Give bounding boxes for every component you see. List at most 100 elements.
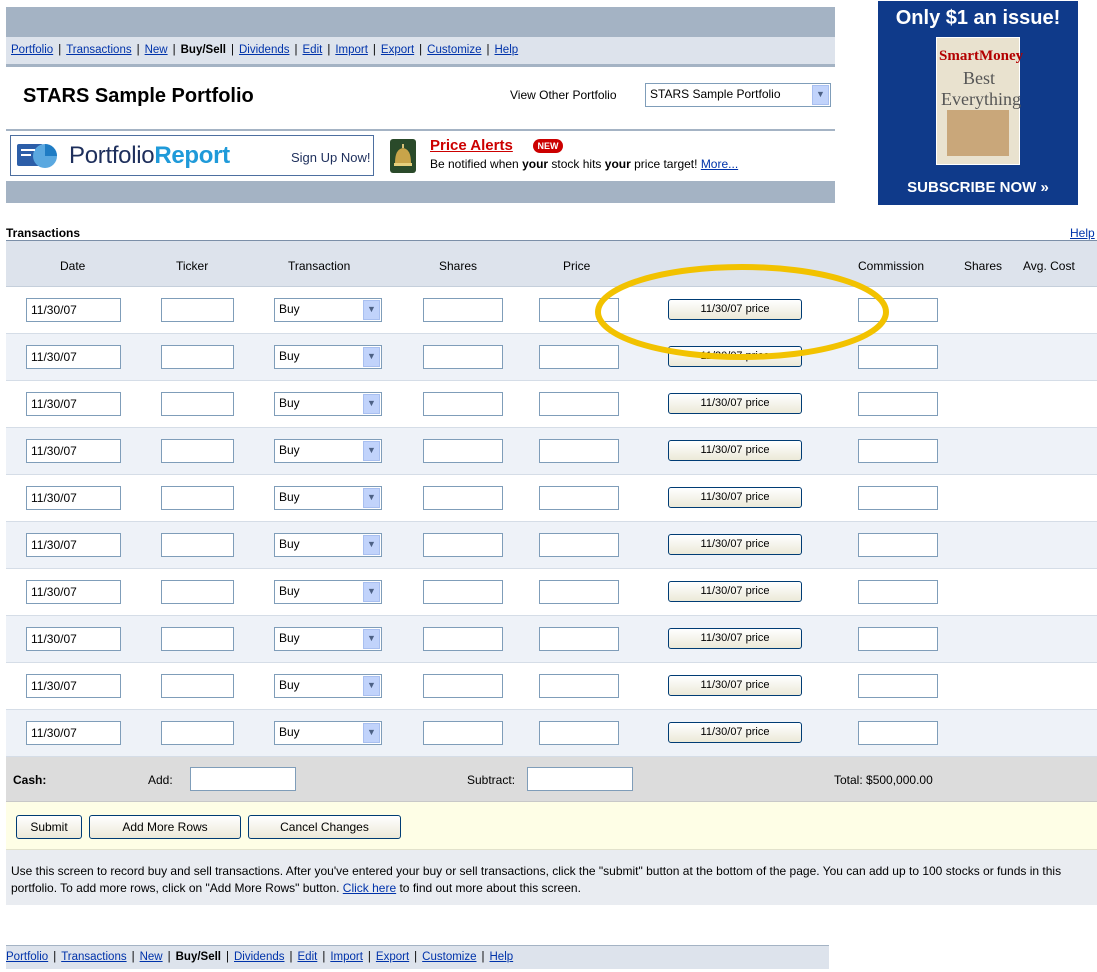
use-date-price-button[interactable]: 11/30/07 price xyxy=(668,628,802,649)
use-date-price-button[interactable]: 11/30/07 price xyxy=(668,581,802,602)
commission-input[interactable] xyxy=(858,721,938,745)
use-date-price-button[interactable]: 11/30/07 price xyxy=(668,440,802,461)
ticker-input[interactable] xyxy=(161,674,234,698)
ticker-input[interactable] xyxy=(161,439,234,463)
nav-edit[interactable]: Edit xyxy=(303,44,323,56)
ticker-input[interactable] xyxy=(161,345,234,369)
transaction-type-select[interactable]: Buy ▼ xyxy=(274,721,382,745)
transaction-type-select[interactable]: Buy ▼ xyxy=(274,345,382,369)
price-input[interactable] xyxy=(539,392,619,416)
cash-subtract-input[interactable] xyxy=(527,767,633,791)
shares-input[interactable] xyxy=(423,533,503,557)
nav-export[interactable]: Export xyxy=(381,44,414,56)
use-date-price-button[interactable]: 11/30/07 price xyxy=(668,487,802,508)
nav-transactions[interactable]: Transactions xyxy=(61,951,126,963)
nav-new[interactable]: New xyxy=(145,44,168,56)
nav-customize[interactable]: Customize xyxy=(427,44,481,56)
transaction-type-select[interactable]: Buy ▼ xyxy=(274,627,382,651)
more-link[interactable]: More... xyxy=(701,157,738,171)
commission-input[interactable] xyxy=(858,627,938,651)
commission-input[interactable] xyxy=(858,674,938,698)
commission-input[interactable] xyxy=(858,580,938,604)
date-input[interactable]: 11/30/07 xyxy=(26,392,121,416)
use-date-price-button[interactable]: 11/30/07 price xyxy=(668,675,802,696)
commission-input[interactable] xyxy=(858,345,938,369)
nav-portfolio[interactable]: Portfolio xyxy=(6,951,48,963)
chevron-down-icon[interactable]: ▼ xyxy=(363,347,380,367)
chevron-down-icon[interactable]: ▼ xyxy=(363,676,380,696)
commission-input[interactable] xyxy=(858,298,938,322)
shares-input[interactable] xyxy=(423,674,503,698)
nav-transactions[interactable]: Transactions xyxy=(66,44,131,56)
price-input[interactable] xyxy=(539,345,619,369)
nav-help[interactable]: Help xyxy=(495,44,519,56)
price-input[interactable] xyxy=(539,298,619,322)
use-date-price-button[interactable]: 11/30/07 price xyxy=(668,299,802,320)
price-input[interactable] xyxy=(539,486,619,510)
portfolio-report-banner[interactable]: PortfolioReport Sign Up Now! xyxy=(10,135,374,176)
shares-input[interactable] xyxy=(423,486,503,510)
transaction-type-select[interactable]: Buy ▼ xyxy=(274,298,382,322)
submit-button[interactable]: Submit xyxy=(16,815,82,839)
nav-new[interactable]: New xyxy=(140,951,163,963)
date-input[interactable]: 11/30/07 xyxy=(26,533,121,557)
ticker-input[interactable] xyxy=(161,486,234,510)
cancel-changes-button[interactable]: Cancel Changes xyxy=(248,815,401,839)
chevron-down-icon[interactable]: ▼ xyxy=(363,488,380,508)
transaction-type-select[interactable]: Buy ▼ xyxy=(274,392,382,416)
chevron-down-icon[interactable]: ▼ xyxy=(363,582,380,602)
commission-input[interactable] xyxy=(858,533,938,557)
ticker-input[interactable] xyxy=(161,721,234,745)
commission-input[interactable] xyxy=(858,486,938,510)
shares-input[interactable] xyxy=(423,345,503,369)
nav-dividends[interactable]: Dividends xyxy=(239,44,290,56)
ticker-input[interactable] xyxy=(161,533,234,557)
chevron-down-icon[interactable]: ▼ xyxy=(363,394,380,414)
date-input[interactable]: 11/30/07 xyxy=(26,627,121,651)
transaction-type-select[interactable]: Buy ▼ xyxy=(274,533,382,557)
price-input[interactable] xyxy=(539,674,619,698)
use-date-price-button[interactable]: 11/30/07 price xyxy=(668,534,802,555)
date-input[interactable]: 11/30/07 xyxy=(26,298,121,322)
price-input[interactable] xyxy=(539,721,619,745)
shares-input[interactable] xyxy=(423,627,503,651)
nav-export[interactable]: Export xyxy=(376,951,409,963)
click-here-link[interactable]: Click here xyxy=(343,881,396,895)
shares-input[interactable] xyxy=(423,721,503,745)
shares-input[interactable] xyxy=(423,392,503,416)
date-input[interactable]: 11/30/07 xyxy=(26,674,121,698)
chevron-down-icon[interactable]: ▼ xyxy=(363,629,380,649)
price-alerts-link[interactable]: Price Alerts xyxy=(430,137,513,154)
nav-import[interactable]: Import xyxy=(330,951,363,963)
commission-input[interactable] xyxy=(858,392,938,416)
nav-edit[interactable]: Edit xyxy=(298,951,318,963)
transaction-type-select[interactable]: Buy ▼ xyxy=(274,674,382,698)
ticker-input[interactable] xyxy=(161,392,234,416)
add-more-rows-button[interactable]: Add More Rows xyxy=(89,815,241,839)
price-input[interactable] xyxy=(539,627,619,651)
commission-input[interactable] xyxy=(858,439,938,463)
ticker-input[interactable] xyxy=(161,298,234,322)
transaction-type-select[interactable]: Buy ▼ xyxy=(274,486,382,510)
transaction-type-select[interactable]: Buy ▼ xyxy=(274,439,382,463)
ticker-input[interactable] xyxy=(161,627,234,651)
date-input[interactable]: 11/30/07 xyxy=(26,580,121,604)
chevron-down-icon[interactable]: ▼ xyxy=(363,723,380,743)
cash-add-input[interactable] xyxy=(190,767,296,791)
chevron-down-icon[interactable]: ▼ xyxy=(812,85,829,105)
shares-input[interactable] xyxy=(423,580,503,604)
subscribe-button[interactable]: SUBSCRIBE NOW » xyxy=(878,179,1078,196)
price-input[interactable] xyxy=(539,580,619,604)
portfolio-select[interactable]: STARS Sample Portfolio ▼ xyxy=(645,83,831,107)
price-input[interactable] xyxy=(539,439,619,463)
chevron-down-icon[interactable]: ▼ xyxy=(363,441,380,461)
nav-dividends[interactable]: Dividends xyxy=(234,951,285,963)
chevron-down-icon[interactable]: ▼ xyxy=(363,535,380,555)
nav-portfolio[interactable]: Portfolio xyxy=(11,44,53,56)
shares-input[interactable] xyxy=(423,298,503,322)
shares-input[interactable] xyxy=(423,439,503,463)
date-input[interactable]: 11/30/07 xyxy=(26,345,121,369)
use-date-price-button[interactable]: 11/30/07 price xyxy=(668,393,802,414)
nav-import[interactable]: Import xyxy=(335,44,368,56)
use-date-price-button[interactable]: 11/30/07 price xyxy=(668,346,802,367)
